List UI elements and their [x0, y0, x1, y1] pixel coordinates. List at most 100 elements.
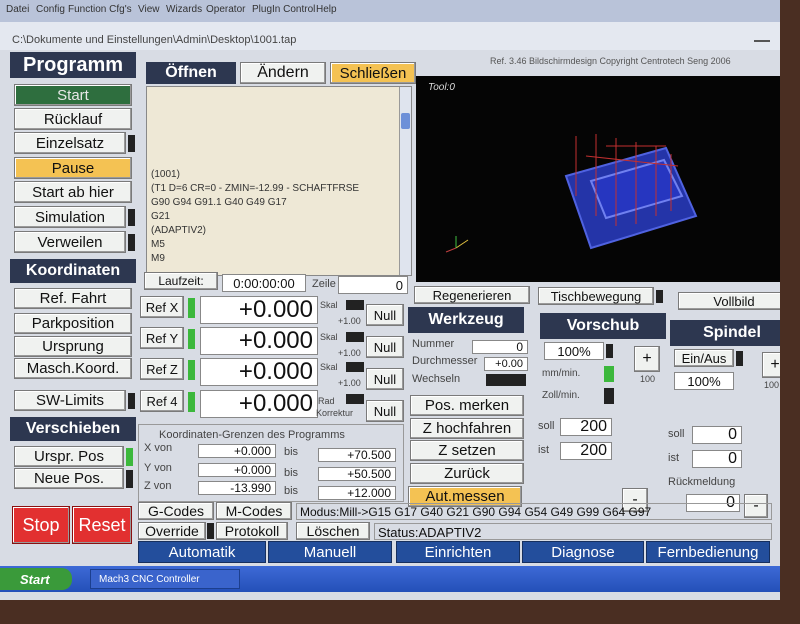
- minimize-icon[interactable]: [754, 30, 770, 42]
- z-setzen-button[interactable]: Z setzen: [410, 440, 524, 461]
- edit-file-button[interactable]: Ändern: [240, 62, 326, 84]
- start-menu-button[interactable]: Start: [0, 568, 72, 590]
- ref-x-button[interactable]: Ref X: [140, 296, 184, 318]
- menu-function-cfg[interactable]: Function Cfg's: [68, 4, 132, 15]
- neue-pos-button[interactable]: Neue Pos.: [14, 468, 124, 489]
- gcodes-button[interactable]: G-Codes: [138, 502, 214, 520]
- code-line: G21: [151, 211, 170, 222]
- pos-merken-button[interactable]: Pos. merken: [410, 395, 524, 416]
- regenerate-button[interactable]: Regenerieren: [414, 286, 530, 304]
- sw-limits-button[interactable]: SW-Limits: [14, 390, 126, 411]
- ref-fahrt-button[interactable]: Ref. Fahrt: [14, 288, 132, 309]
- zurueck-button[interactable]: Zurück: [410, 463, 524, 484]
- loeschen-button[interactable]: Löschen: [296, 522, 370, 540]
- limits-y-bis: bis: [284, 467, 299, 479]
- urspr-pos-button[interactable]: Urspr. Pos: [14, 446, 124, 467]
- einzelsatz-button[interactable]: Einzelsatz: [14, 132, 126, 154]
- header-ref: Ref. 3.46 Bildschirmdesign Copyright Cen…: [490, 56, 731, 66]
- feed-soll[interactable]: 200: [560, 418, 612, 436]
- null-x-button[interactable]: Null: [366, 304, 404, 326]
- gcode-view[interactable]: (1001) (T1 D=6 CR=0 - ZMIN=-12.99 - SCHA…: [146, 86, 412, 276]
- limits-y-to: +50.500: [318, 467, 396, 481]
- verweilen-led: [128, 234, 135, 251]
- tool-diameter[interactable]: +0.00: [484, 357, 528, 371]
- ref-4-button[interactable]: Ref 4: [140, 390, 184, 412]
- scroll-thumb[interactable]: [401, 113, 410, 129]
- ref-z-button[interactable]: Ref Z: [140, 358, 184, 380]
- tab-automatik[interactable]: Automatik: [138, 541, 266, 563]
- rad-label: Rad: [318, 396, 335, 406]
- verweilen-button[interactable]: Verweilen: [14, 231, 126, 253]
- override-led: [207, 523, 214, 539]
- ruecklauf-button[interactable]: Rücklauf: [14, 108, 132, 130]
- program-title: Programm: [10, 52, 136, 78]
- status-line: Status:ADAPTIV2: [374, 523, 772, 540]
- tab-einrichten[interactable]: Einrichten: [396, 541, 520, 563]
- menu-view[interactable]: View: [138, 4, 160, 15]
- pause-button[interactable]: Pause: [14, 157, 132, 179]
- tool-number[interactable]: 0: [472, 340, 528, 354]
- stop-button[interactable]: Stop: [12, 506, 70, 544]
- toolpath-display[interactable]: Tool:0: [416, 76, 780, 282]
- feed-plus-button[interactable]: +: [634, 346, 660, 372]
- coordinates-title: Koordinaten: [10, 259, 136, 283]
- menu-datei[interactable]: Datei: [6, 4, 29, 15]
- menu-operator[interactable]: Operator: [206, 4, 245, 15]
- neue-pos-led: [126, 470, 133, 488]
- menu-plugin-control[interactable]: PlugIn Control: [252, 4, 315, 15]
- y-dro[interactable]: +0.000: [200, 327, 318, 355]
- null-4-button[interactable]: Null: [366, 400, 404, 422]
- x-dro[interactable]: +0.000: [200, 296, 318, 324]
- ref-y-button[interactable]: Ref Y: [140, 327, 184, 349]
- code-scrollbar[interactable]: [399, 87, 411, 275]
- menu-help[interactable]: Help: [316, 4, 337, 15]
- null-y-button[interactable]: Null: [366, 336, 404, 358]
- tab-manuell[interactable]: Manuell: [268, 541, 392, 563]
- feed-override-percent[interactable]: 100%: [544, 342, 604, 360]
- table-motion-button[interactable]: Tischbewegung: [538, 287, 654, 305]
- spindle-soll[interactable]: 0: [692, 426, 742, 444]
- a-dro[interactable]: +0.000: [200, 390, 318, 418]
- parkposition-button[interactable]: Parkposition: [14, 313, 132, 334]
- limits-z-bis: bis: [284, 485, 299, 497]
- code-line: M9: [151, 253, 165, 264]
- override-button[interactable]: Override: [138, 522, 206, 540]
- ursprung-button[interactable]: Ursprung: [14, 336, 132, 357]
- simulation-button[interactable]: Simulation: [14, 206, 126, 228]
- limits-title: Koordinaten-Grenzen des Programms: [159, 429, 345, 441]
- code-line: (ADAPTIV2): [151, 225, 207, 236]
- code-line: (1001): [151, 169, 180, 180]
- skal-z-led: [346, 362, 364, 372]
- spindle-onoff-led: [736, 351, 743, 366]
- shift-title: Verschieben: [10, 417, 136, 441]
- spindle-override-percent[interactable]: 100%: [674, 372, 734, 390]
- line-label: Zeile: [312, 278, 336, 290]
- menu-wizards[interactable]: Wizards: [166, 4, 202, 15]
- tool-title: Werkzeug: [408, 307, 524, 333]
- menu-config[interactable]: Config: [36, 4, 65, 15]
- taskbar-app-mach3[interactable]: Mach3 CNC Controller: [90, 569, 240, 589]
- close-file-button[interactable]: Schließen: [330, 62, 416, 84]
- limits-z-label: Z von: [144, 480, 172, 492]
- z-dro[interactable]: +0.000: [200, 358, 318, 386]
- open-file-button[interactable]: Öffnen: [146, 62, 236, 84]
- line-value: 0: [338, 276, 408, 294]
- spindle-onoff-button[interactable]: Ein/Aus: [674, 349, 734, 367]
- masch-koord-button[interactable]: Masch.Koord.: [14, 358, 132, 379]
- skal-x-value: +1.00: [338, 316, 361, 326]
- tab-diagnose[interactable]: Diagnose: [522, 541, 644, 563]
- code-line: G90 G94 G91.1 G40 G49 G17: [151, 197, 287, 208]
- code-line: (T1 D=6 CR=0 - ZMIN=-12.99 - SCHAFTFRSE: [151, 183, 360, 194]
- start-ab-hier-button[interactable]: Start ab hier: [14, 181, 132, 203]
- tool-number-label: Nummer: [412, 338, 455, 350]
- start-button[interactable]: Start: [14, 84, 132, 106]
- spindle-plus-button[interactable]: +: [762, 352, 780, 378]
- skal-y-led: [346, 332, 364, 342]
- tab-fernbedienung[interactable]: Fernbedienung: [646, 541, 770, 563]
- fullscreen-button[interactable]: Vollbild: [678, 292, 780, 310]
- null-z-button[interactable]: Null: [366, 368, 404, 390]
- reset-button[interactable]: Reset: [72, 506, 132, 544]
- z-hochfahren-button[interactable]: Z hochfahren: [410, 418, 524, 439]
- mcodes-button[interactable]: M-Codes: [216, 502, 292, 520]
- protokoll-button[interactable]: Protokoll: [216, 522, 288, 540]
